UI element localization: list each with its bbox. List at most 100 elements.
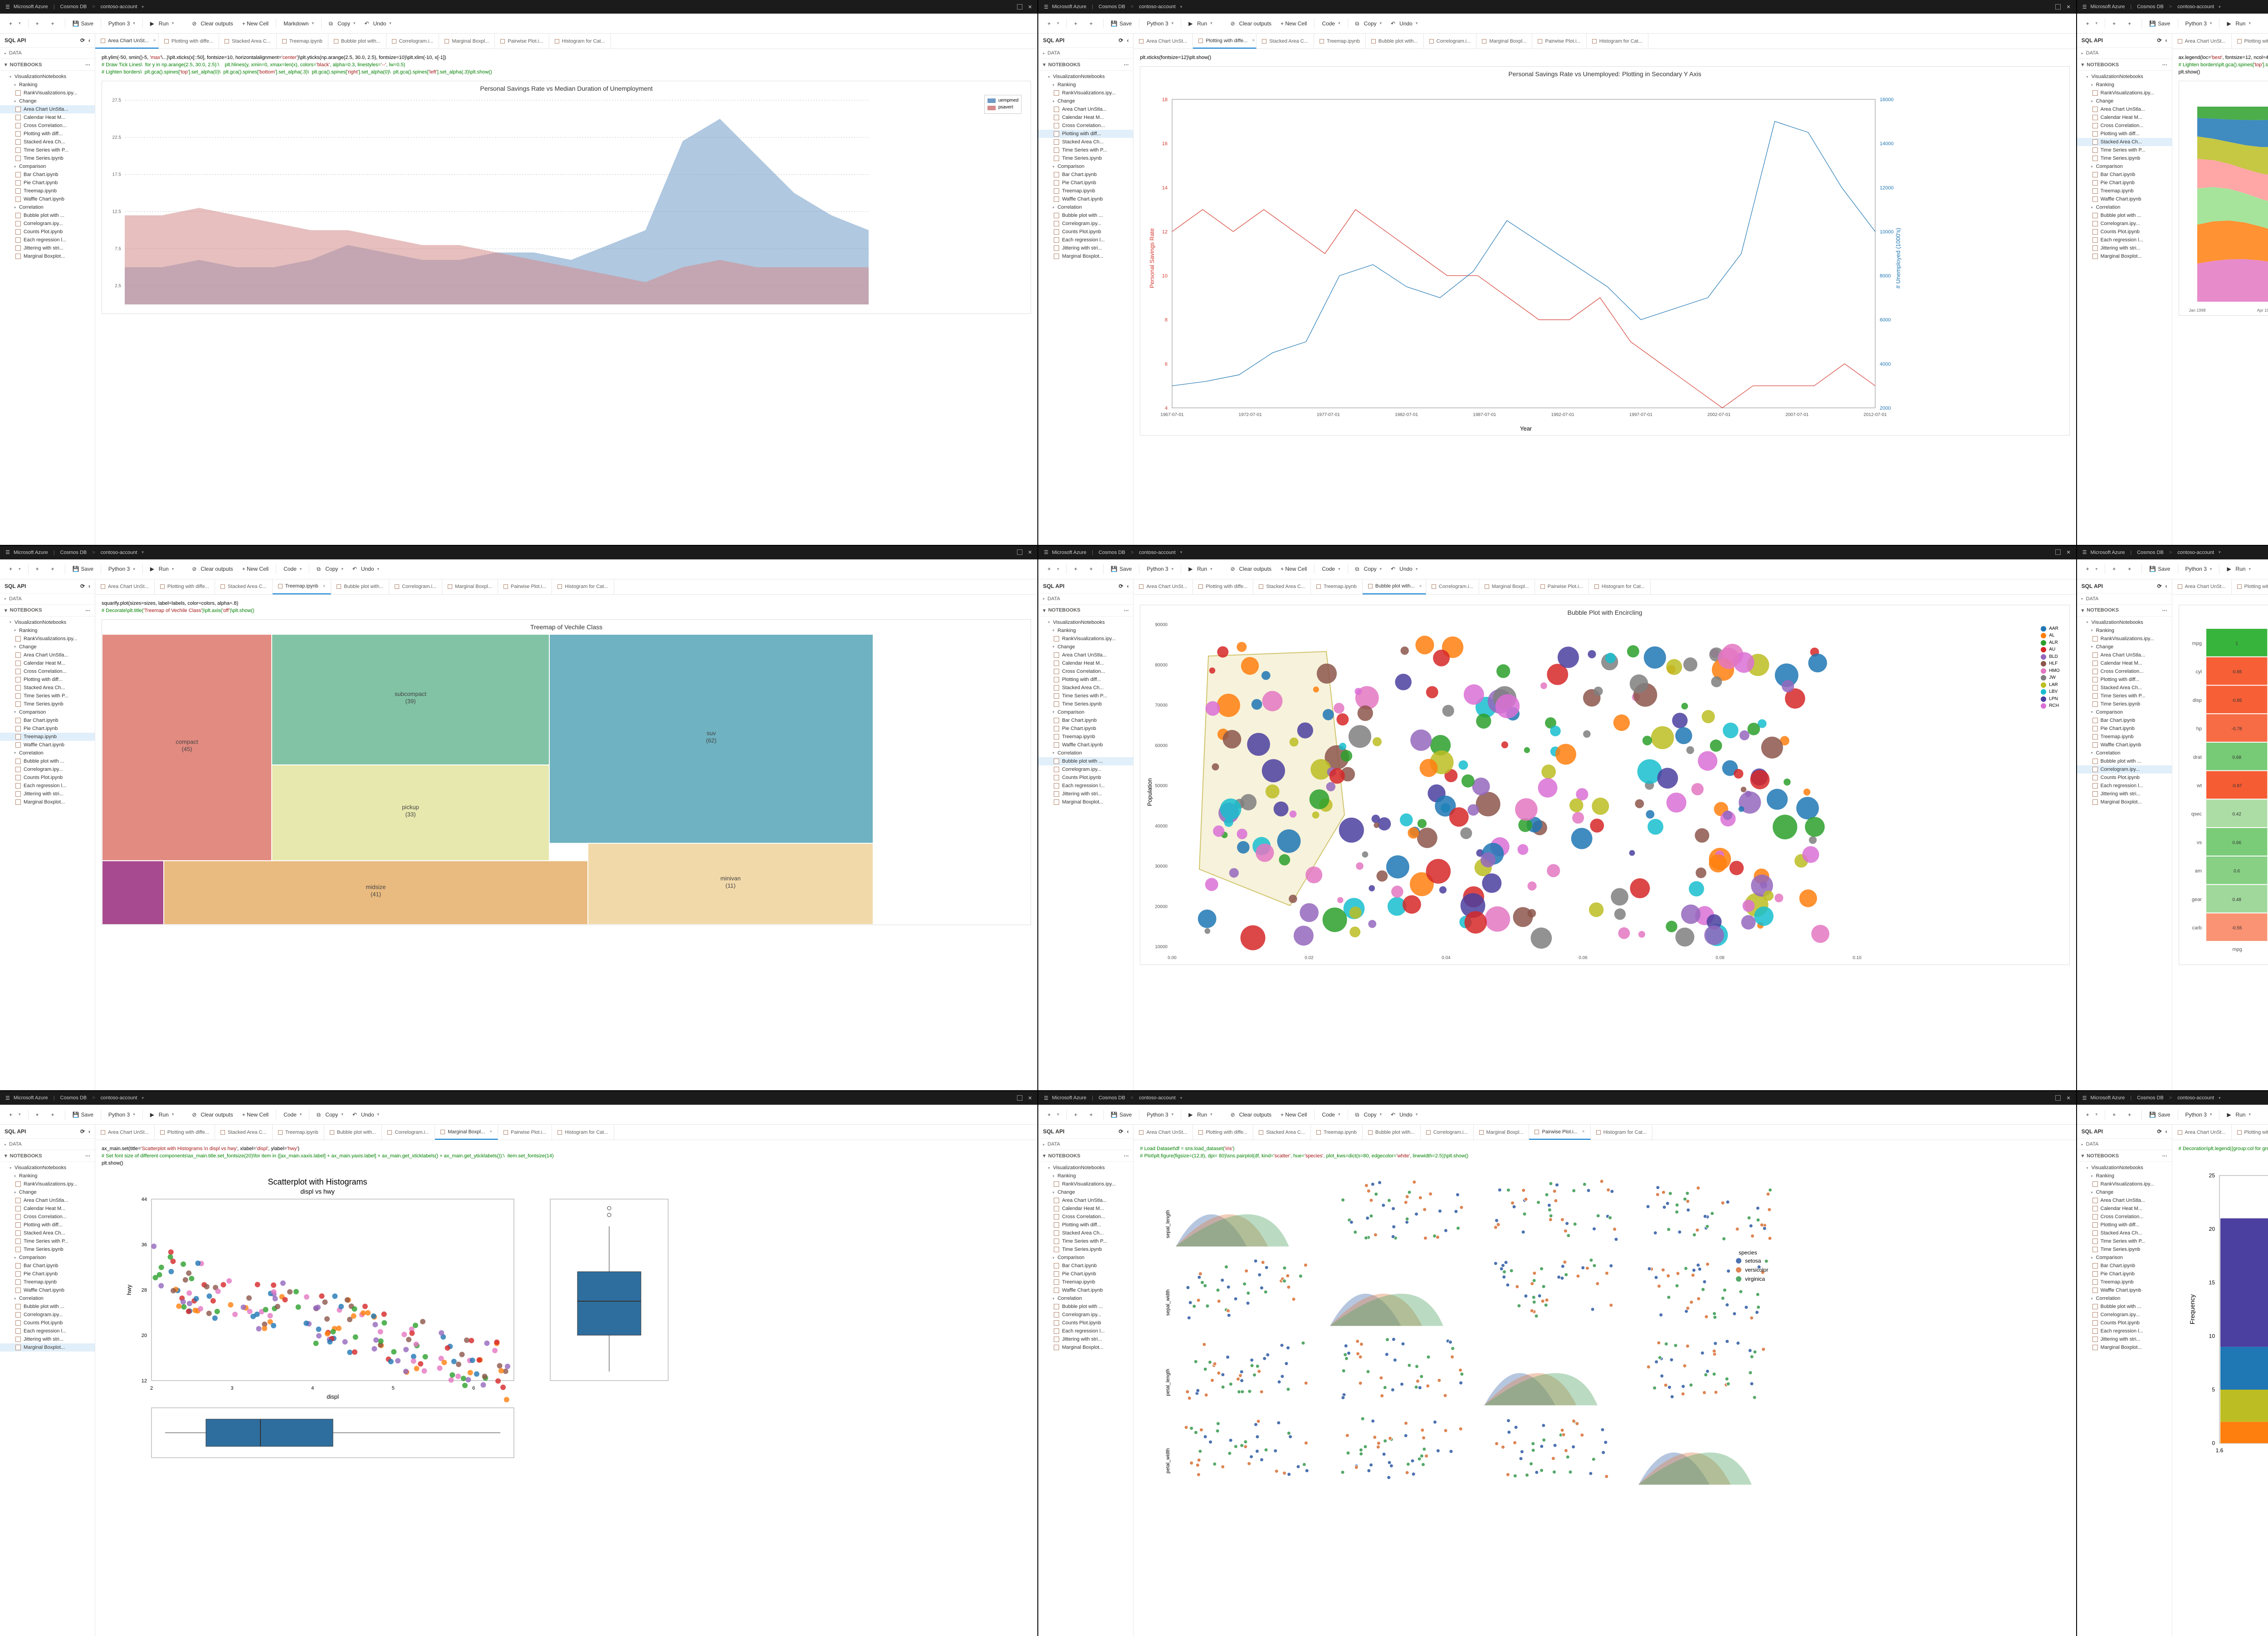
notebook-content[interactable]: ax.legend(loc='best', fontsize=12, ncol=… — [2172, 49, 2268, 545]
celltype-select[interactable]: Code▾ — [1318, 564, 1344, 574]
tab[interactable]: Plotting with diffe... — [155, 579, 215, 594]
tree-group-Ranking[interactable]: ▾ Ranking — [2077, 627, 2172, 635]
new-menu[interactable]: +▾ — [2082, 564, 2102, 574]
tree-item[interactable]: Area Chart UnStla... — [2077, 105, 2172, 113]
tab[interactable]: Area Chart UnSt... — [1134, 579, 1193, 594]
tree-item[interactable]: Each regression l... — [0, 782, 95, 790]
clear-button[interactable]: ⊘Clear outputs — [1227, 1110, 1275, 1120]
tree-item[interactable]: Stacked Area Ch... — [2077, 138, 2172, 146]
open-icon-2[interactable]: + — [2124, 1110, 2138, 1120]
tree-item[interactable]: Plotting with diff... — [0, 1221, 95, 1229]
stop-button[interactable] — [179, 22, 186, 25]
tab[interactable]: Bubble plot with... — [1363, 1125, 1421, 1140]
tree-item[interactable]: Bubble plot with ... — [2077, 1303, 2172, 1311]
tree-item[interactable]: Marginal Boxplot... — [2077, 1343, 2172, 1352]
tree-item[interactable]: Cross Correlation... — [1038, 1213, 1133, 1221]
code-cell[interactable]: plt.xticks(fontsize=12)\plt.show() — [1140, 54, 2069, 62]
open-icon-2[interactable]: + — [1086, 1110, 1100, 1120]
tree-group-Comparison[interactable]: ▾ Comparison — [0, 708, 95, 716]
notebook-content[interactable]: # Load Dataset\df = sns.load_dataset('ir… — [1134, 1140, 2076, 1636]
kernel-select[interactable]: Python 3▾ — [105, 19, 139, 29]
tree-item[interactable]: Stacked Area Ch... — [0, 1229, 95, 1237]
tree-item[interactable]: Plotting with diff... — [1038, 1221, 1133, 1229]
tree-group-Comparison[interactable]: ▾ Comparison — [0, 162, 95, 171]
tree-item[interactable]: Cross Correlation... — [2077, 667, 2172, 676]
tree-item[interactable]: Correlogram.ipy... — [1038, 220, 1133, 228]
tree-item[interactable]: Treemap.ipynb — [0, 187, 95, 195]
tree-item[interactable]: Time Series.ipynb — [1038, 154, 1133, 162]
hamburger-icon[interactable]: ☰ — [2082, 549, 2087, 555]
tree-item[interactable]: Pie Chart.ipynb — [2077, 179, 2172, 187]
run-button[interactable]: ▶Run▾ — [1185, 1110, 1216, 1120]
newcell-button[interactable]: + New Cell — [1277, 564, 1310, 574]
tree-item[interactable]: Time Series with P... — [0, 1237, 95, 1245]
tab[interactable]: Correlogram.i... — [386, 34, 440, 49]
tree-item[interactable]: Time Series.ipynb — [2077, 1245, 2172, 1254]
account-crumb[interactable]: contoso-account — [2177, 550, 2214, 555]
tab[interactable]: Correlogram.i... — [1421, 1125, 1474, 1140]
notebook-content[interactable]: ax_main.set(title='Scatterplot with Hist… — [95, 1140, 1037, 1636]
maximize-icon[interactable] — [1017, 549, 1022, 555]
tree-group-Change[interactable]: ▾ Change — [1038, 1188, 1133, 1196]
tree-group-Comparison[interactable]: ▾ Comparison — [1038, 708, 1133, 716]
copy-button[interactable]: ⧉Copy▾ — [1352, 19, 1386, 29]
copy-button[interactable]: ⧉Copy▾ — [313, 1110, 347, 1120]
tree-item[interactable]: Time Series.ipynb — [0, 154, 95, 162]
tab[interactable]: Histogram for Cat... — [552, 579, 614, 594]
tree-group-Change[interactable]: ▾ Change — [0, 643, 95, 651]
refresh-icon[interactable]: ⟳ — [1119, 37, 1123, 44]
hamburger-icon[interactable]: ☰ — [5, 4, 10, 10]
celltype-select[interactable]: Code▾ — [1318, 1110, 1344, 1120]
tab[interactable]: Plotting with diffe... — [2232, 579, 2268, 594]
tree-item[interactable]: Treemap.ipynb — [0, 733, 95, 741]
notebook-content[interactable]: Correlogram of mtcars1-0.85-0.85-0.780.6… — [2172, 595, 2268, 1091]
tree-item[interactable]: Jittering with stri... — [1038, 244, 1133, 252]
tab[interactable]: Plotting with diffe... — [1193, 579, 1253, 594]
close-tab-icon[interactable]: × — [1582, 1129, 1585, 1134]
tree-item[interactable]: RankVisualizations.ipy... — [0, 1180, 95, 1188]
tree-item[interactable]: Each regression l... — [0, 1327, 95, 1335]
run-button[interactable]: ▶Run▾ — [2223, 1110, 2254, 1120]
kernel-select[interactable]: Python 3▾ — [1143, 1110, 1177, 1120]
service-crumb[interactable]: Cosmos DB — [1099, 550, 1125, 555]
notebooks-section[interactable]: ▾ NOTEBOOKS ⋯ — [0, 604, 95, 617]
tree-item[interactable]: Waffle Chart.ipynb — [1038, 195, 1133, 203]
tree-group-Ranking[interactable]: ▾ Ranking — [0, 1172, 95, 1180]
hamburger-icon[interactable]: ☰ — [1044, 4, 1048, 10]
service-crumb[interactable]: Cosmos DB — [2137, 550, 2164, 555]
run-button[interactable]: ▶Run▾ — [2223, 19, 2254, 29]
undo-button[interactable]: ↶Undo▾ — [1387, 19, 1421, 29]
tab[interactable]: Treemap.ipynb — [1314, 34, 1366, 49]
tree-item[interactable]: Bar Chart.ipynb — [2077, 1262, 2172, 1270]
tree-item[interactable]: Treemap.ipynb — [2077, 1278, 2172, 1286]
tree-group-Ranking[interactable]: ▾ Ranking — [1038, 81, 1133, 89]
tree-item[interactable]: Marginal Boxplot... — [0, 252, 95, 260]
kernel-select[interactable]: Python 3▾ — [105, 564, 139, 574]
account-crumb[interactable]: contoso-account — [1139, 1095, 1176, 1101]
tab[interactable]: Area Chart UnSt... — [2172, 34, 2232, 49]
notebook-content[interactable]: squarify.plot(sizes=sizes, label=labels,… — [95, 595, 1037, 1091]
tree-item[interactable]: Stacked Area Ch... — [1038, 1229, 1133, 1237]
tree-group-Correlation[interactable]: ▾ Correlation — [2077, 749, 2172, 757]
tab[interactable]: Pairwise Plot.i... — [1532, 34, 1586, 49]
tree-item[interactable]: Cross Correlation... — [0, 1213, 95, 1221]
tree-item[interactable]: Correlogram.ipy... — [0, 765, 95, 774]
tree-item[interactable]: Waffle Chart.ipynb — [0, 741, 95, 749]
tree-root[interactable]: ▾ VisualizationNotebooks — [2077, 618, 2172, 627]
code-cell[interactable]: ax_main.set(title='Scatterplot with Hist… — [102, 1146, 1031, 1167]
tree-item[interactable]: Pie Chart.ipynb — [1038, 179, 1133, 187]
close-icon[interactable]: ✕ — [2066, 1095, 2070, 1101]
kernel-select[interactable]: Python 3▾ — [2182, 19, 2216, 29]
close-sidebar-icon[interactable]: ‹ — [1127, 583, 1129, 589]
save-button[interactable]: 💾Save — [2146, 1110, 2174, 1120]
tree-item[interactable]: Pie Chart.ipynb — [2077, 1270, 2172, 1278]
open-icon-1[interactable]: + — [2109, 564, 2122, 574]
close-tab-icon[interactable]: × — [323, 584, 326, 589]
code-cell[interactable]: plt.ylim(-50, smin()-5, 'max'\...)\plt.x… — [102, 54, 1031, 76]
tree-item[interactable]: Bubble plot with ... — [1038, 757, 1133, 765]
tree-item[interactable]: Counts Plot.ipynb — [2077, 228, 2172, 236]
tree-group-Ranking[interactable]: ▾ Ranking — [2077, 1172, 2172, 1180]
hamburger-icon[interactable]: ☰ — [1044, 549, 1048, 555]
tree-group-Correlation[interactable]: ▾ Correlation — [1038, 203, 1133, 211]
stop-button[interactable] — [1218, 22, 1225, 25]
